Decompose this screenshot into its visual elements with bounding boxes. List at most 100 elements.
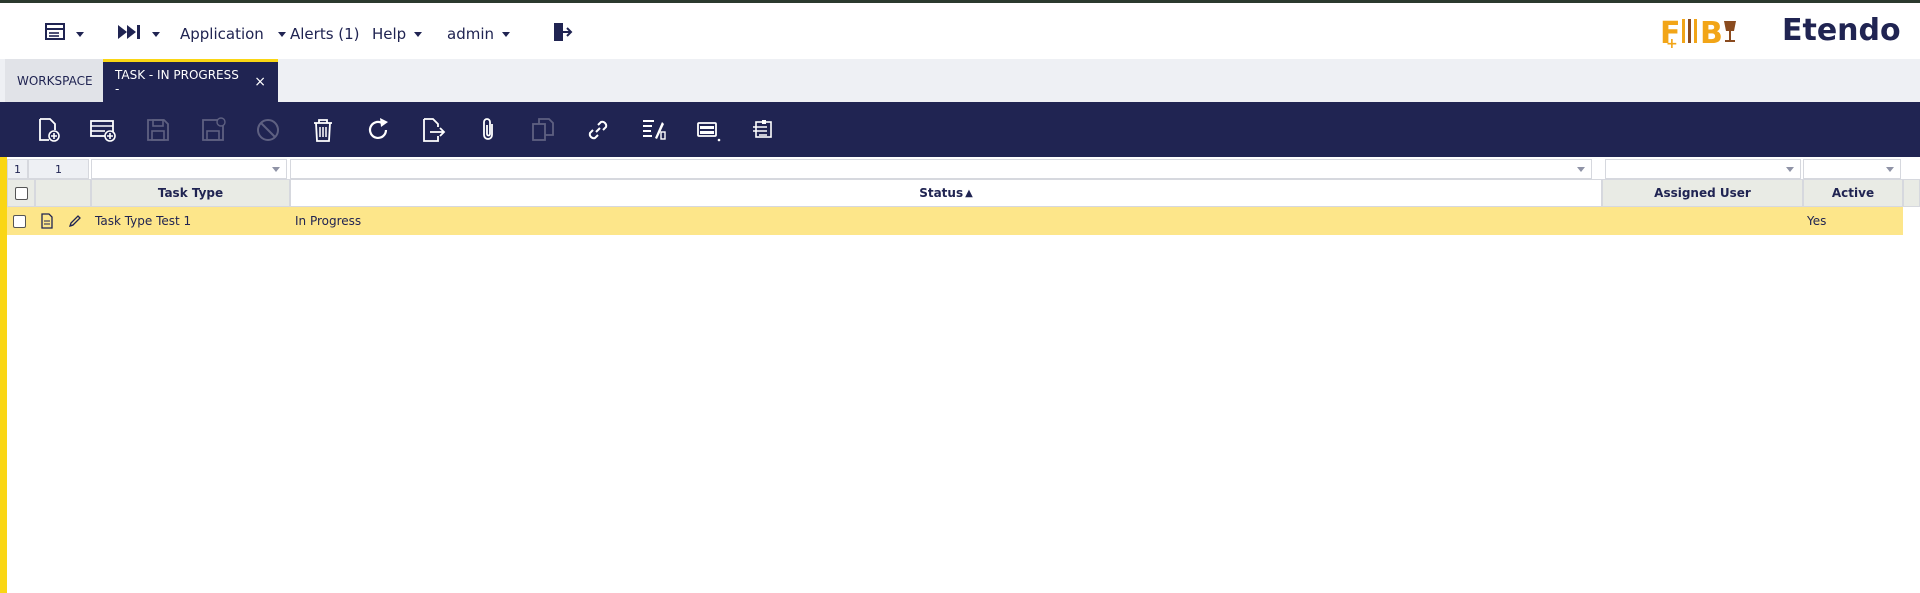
- fb-logo: F + B: [1660, 13, 1744, 57]
- export-icon: [423, 118, 446, 142]
- assigned-user-header-label: Assigned User: [1654, 186, 1751, 200]
- total-count: 1: [28, 159, 89, 179]
- export-button[interactable]: [417, 114, 449, 146]
- menu-list-icon: [44, 21, 68, 47]
- help-menu[interactable]: Help: [372, 21, 423, 47]
- total-count-value: 1: [55, 162, 62, 176]
- task-type-value: Task Type Test 1: [95, 214, 192, 228]
- save-icon: [147, 119, 169, 141]
- column-header-task-type[interactable]: Task Type: [91, 179, 290, 207]
- left-accent-bar: [0, 157, 7, 593]
- header-scroll-spacer: [1903, 179, 1920, 207]
- grid-view-button[interactable]: [692, 114, 724, 146]
- edit-cell: [67, 207, 89, 235]
- tab-task-in-progress[interactable]: TASK - IN PROGRESS - ×: [103, 59, 278, 102]
- select-all-checkbox[interactable]: [14, 186, 28, 200]
- status-cell: In Progress: [295, 207, 1595, 235]
- attach-button[interactable]: [472, 114, 504, 146]
- records-grid: 1 1 Task Type Status ▲ Assigned User Act…: [7, 157, 1920, 593]
- chevron-down-icon: [76, 31, 84, 37]
- pencil-icon[interactable]: [67, 213, 83, 229]
- row-actions-header: [35, 179, 91, 207]
- print-button[interactable]: [747, 114, 779, 146]
- user-label: admin: [447, 25, 494, 43]
- task-type-header-label: Task Type: [157, 186, 224, 200]
- clone-icon: [532, 118, 554, 141]
- active-header-label: Active: [1831, 186, 1875, 200]
- save-button[interactable]: [142, 114, 174, 146]
- svg-text:B: B: [1700, 16, 1724, 49]
- chevron-down-icon[interactable]: [1886, 167, 1894, 172]
- attach-icon: [483, 118, 493, 140]
- quick-launch-button[interactable]: [116, 21, 160, 47]
- logout-button[interactable]: [551, 21, 573, 47]
- chevron-down-icon[interactable]: [1786, 167, 1794, 172]
- fast-forward-icon: [116, 23, 144, 45]
- menu-button[interactable]: [44, 21, 84, 47]
- chevron-down-icon[interactable]: [272, 167, 280, 172]
- etendo-logo: Etendo: [1782, 13, 1901, 48]
- print-icon: [753, 120, 772, 138]
- new-row-icon: [90, 120, 116, 142]
- clone-button[interactable]: [527, 114, 559, 146]
- select-all-cell: [7, 179, 35, 207]
- top-navbar: Application Alerts (1) Help admin F + B: [0, 3, 1920, 59]
- assigned-user-filter[interactable]: [1605, 159, 1801, 179]
- tab-workspace-label: WORKSPACE: [17, 73, 93, 88]
- column-header-assigned-user[interactable]: Assigned User: [1602, 179, 1803, 207]
- row-checkbox[interactable]: [13, 214, 26, 228]
- grid-view-icon: [697, 122, 721, 142]
- link-icon: [588, 120, 608, 140]
- toolbar: [0, 102, 1920, 157]
- chevron-down-icon[interactable]: [1577, 167, 1585, 172]
- delete-button[interactable]: [307, 114, 339, 146]
- audit-button[interactable]: [637, 114, 669, 146]
- chevron-down-icon: [414, 31, 423, 37]
- logout-icon: [551, 21, 573, 47]
- refresh-button[interactable]: [362, 114, 394, 146]
- filter-row: 1 1: [7, 159, 1907, 179]
- table-row[interactable]: Task Type Test 1 In Progress Yes: [7, 207, 1903, 235]
- user-menu[interactable]: admin: [447, 21, 510, 47]
- task-type-filter[interactable]: [91, 159, 287, 179]
- status-header-label: Status: [919, 186, 964, 200]
- open-form-cell: [40, 207, 60, 235]
- assigned-user-cell: [1607, 207, 1797, 235]
- alerts-label: Alerts (1): [290, 25, 360, 43]
- alerts-link[interactable]: Alerts (1): [290, 21, 360, 47]
- status-value: In Progress: [295, 214, 362, 228]
- application-menu[interactable]: Application: [180, 21, 286, 47]
- chevron-down-icon: [152, 31, 160, 37]
- application-label: Application: [180, 25, 264, 43]
- link-button[interactable]: [582, 114, 614, 146]
- chevron-down-icon: [277, 31, 286, 37]
- selected-count: 1: [7, 159, 28, 179]
- new-document-icon: [39, 118, 60, 142]
- active-cell: Yes: [1807, 207, 1897, 235]
- tab-workspace[interactable]: WORKSPACE: [5, 59, 103, 102]
- chevron-down-icon: [502, 31, 510, 37]
- save-close-icon: [202, 117, 226, 141]
- close-icon[interactable]: ×: [254, 74, 266, 90]
- active-filter[interactable]: [1803, 159, 1901, 179]
- tab-bar: WORKSPACE TASK - IN PROGRESS - ×: [0, 59, 1920, 102]
- audit-icon: [643, 120, 666, 140]
- tab-task-label: TASK - IN PROGRESS -: [115, 68, 239, 96]
- undo-button[interactable]: [252, 114, 284, 146]
- help-label: Help: [372, 25, 407, 43]
- save-close-button[interactable]: [197, 114, 229, 146]
- new-row-button[interactable]: [87, 114, 119, 146]
- etendo-logo-text: Etendo: [1782, 13, 1901, 48]
- svg-text:+: +: [1666, 36, 1679, 49]
- column-header-status[interactable]: Status ▲: [290, 179, 1602, 207]
- active-value: Yes: [1807, 214, 1827, 228]
- new-document-button[interactable]: [32, 114, 64, 146]
- status-filter[interactable]: [290, 159, 1592, 179]
- selected-count-value: 1: [14, 162, 21, 176]
- delete-icon: [314, 119, 332, 142]
- task-type-cell: Task Type Test 1: [95, 207, 285, 235]
- row-select-cell: [13, 207, 33, 235]
- column-header-active[interactable]: Active: [1803, 179, 1903, 207]
- undo-icon: [257, 119, 279, 141]
- document-icon[interactable]: [40, 213, 54, 229]
